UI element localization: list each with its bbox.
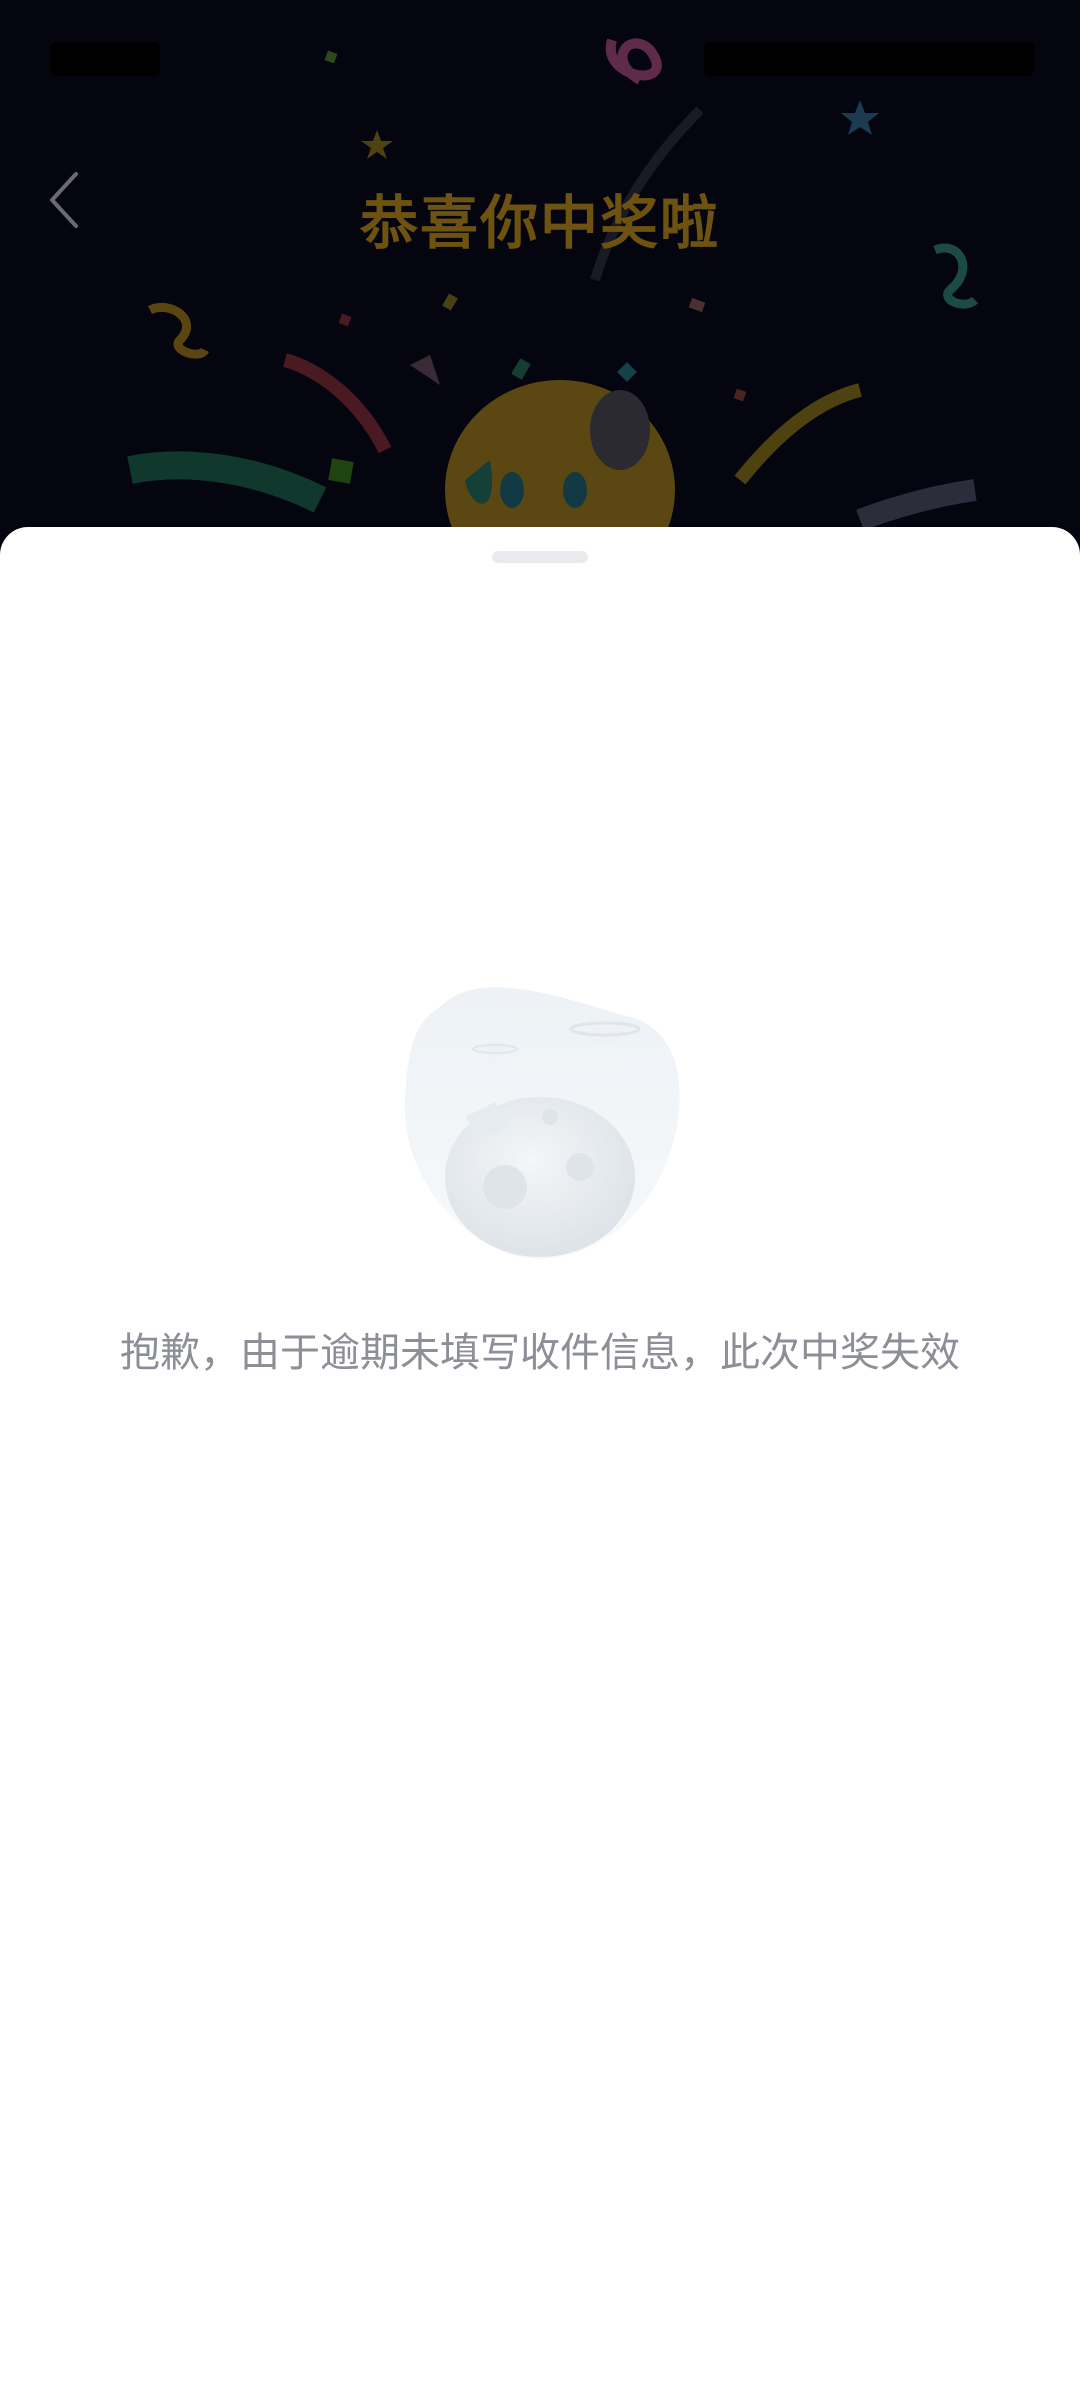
status-bar	[0, 0, 1080, 120]
sheet-drag-handle[interactable]	[492, 551, 588, 563]
status-time	[50, 42, 160, 76]
bottom-sheet: 抱歉，由于逾期未填写收件信息，此次中奖失效	[0, 527, 1080, 2387]
empty-planet-illustration	[400, 977, 690, 1267]
page-title: 恭喜你中奖啦	[359, 189, 720, 257]
expired-prize-message: 抱歉，由于逾期未填写收件信息，此次中奖失效	[120, 1330, 960, 1376]
prize-header-background: 恭喜你中奖啦	[0, 0, 1080, 560]
planet-icon	[404, 987, 680, 1259]
status-icons	[704, 42, 1034, 76]
